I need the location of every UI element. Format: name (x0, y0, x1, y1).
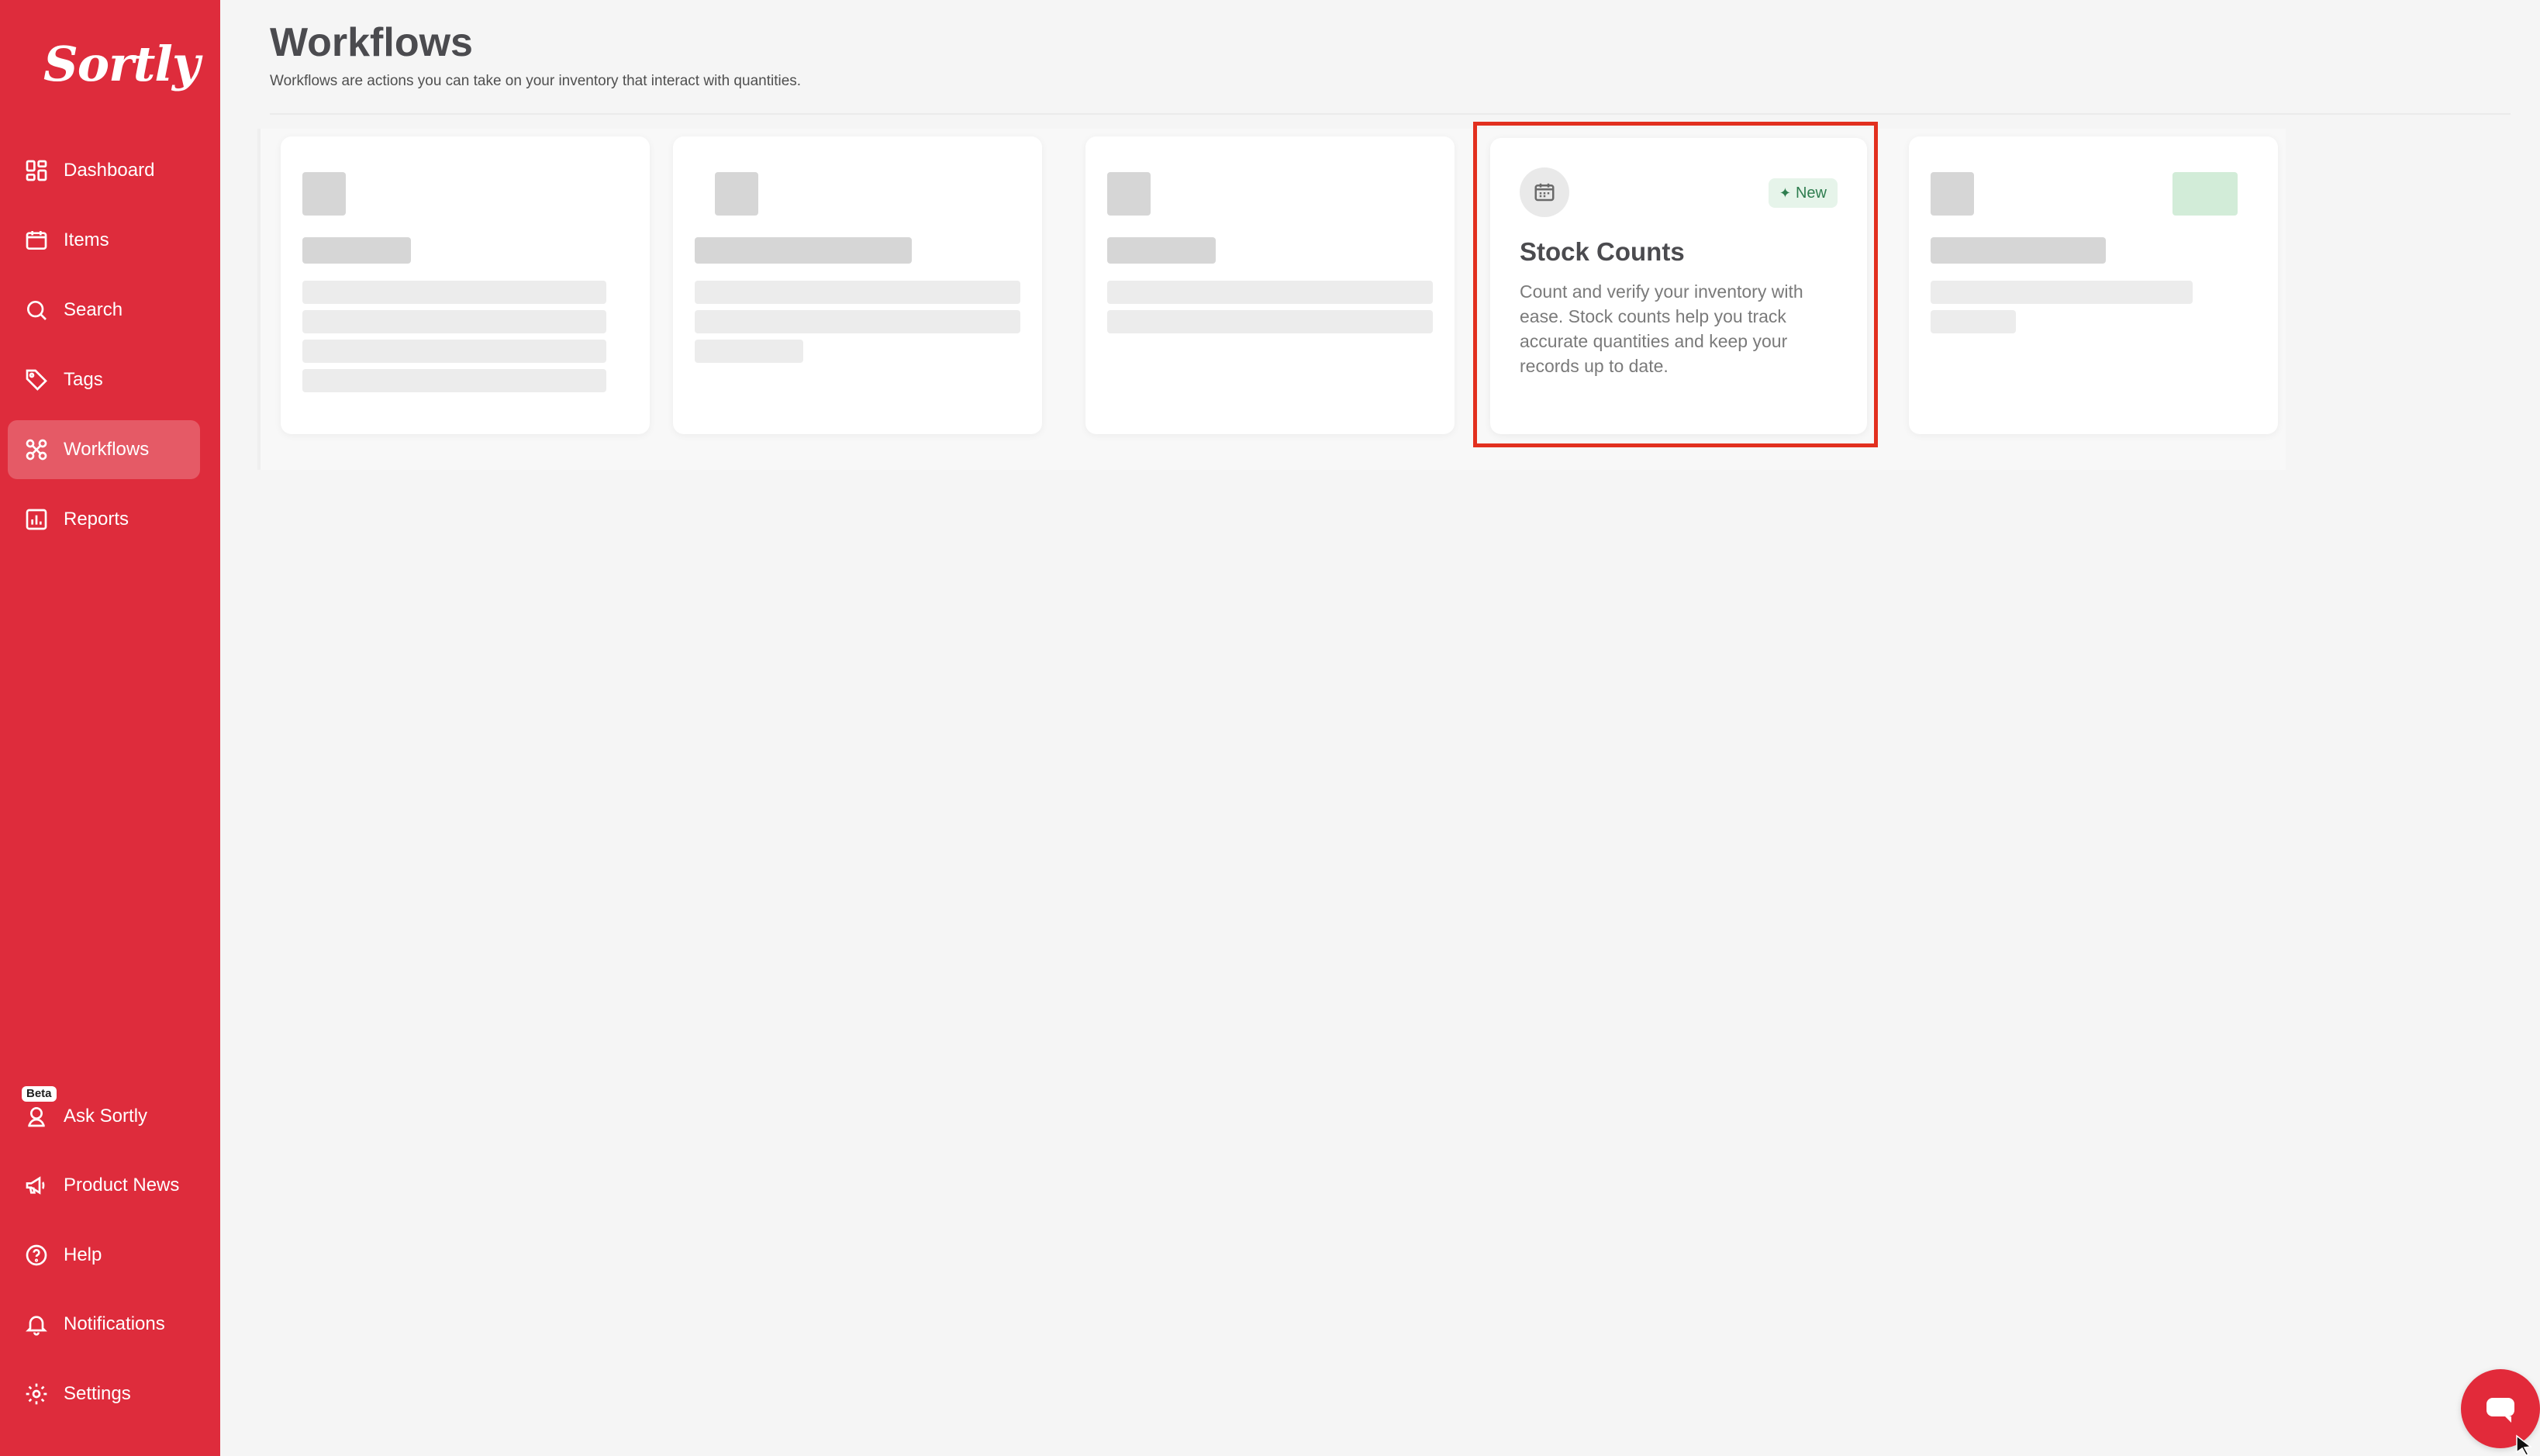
sidebar-item-ask-sortly[interactable]: Beta Ask Sortly (8, 1086, 200, 1146)
blurred-title (1107, 237, 1216, 264)
calendar-count-icon (1520, 167, 1569, 217)
mouse-cursor-icon (2516, 1434, 2532, 1456)
blurred-text (695, 281, 1020, 304)
help-icon (23, 1242, 50, 1268)
blurred-text (302, 340, 606, 363)
megaphone-icon (23, 1172, 50, 1199)
tag-icon (23, 367, 50, 393)
blurred-icon (302, 172, 346, 216)
dashboard-icon (23, 157, 50, 184)
blurred-text (695, 310, 1020, 333)
sidebar-item-label: Product News (64, 1175, 180, 1196)
workflow-card-blurred[interactable] (673, 136, 1042, 434)
card-description: Count and verify your inventory with eas… (1520, 281, 1803, 376)
sidebar-item-label: Tags (64, 369, 103, 390)
blurred-text (695, 340, 803, 363)
sidebar-item-label: Search (64, 299, 123, 320)
blurred-badge (2172, 172, 2238, 216)
sidebar-item-notifications[interactable]: Notifications (8, 1295, 200, 1354)
workflows-icon (23, 436, 50, 463)
new-badge: ✦ New (1768, 178, 1838, 208)
sidebar-item-label: Dashboard (64, 160, 155, 181)
beta-badge: Beta (22, 1086, 57, 1102)
blurred-title (302, 237, 411, 264)
sidebar-item-tags[interactable]: Tags (8, 350, 200, 409)
sidebar-item-label: Workflows (64, 439, 150, 460)
new-badge-label: New (1795, 184, 1827, 202)
sidebar-item-label: Ask Sortly (64, 1106, 148, 1127)
workflow-card-blurred[interactable] (1085, 136, 1455, 434)
search-icon (23, 297, 50, 323)
sidebar-item-items[interactable]: Items (8, 211, 200, 270)
workflow-card-stock-counts[interactable]: ✦ New Stock Counts Count and verify your… (1490, 138, 1867, 434)
workflow-card-blurred[interactable] (1909, 136, 2278, 434)
blurred-icon (1931, 172, 1974, 216)
page-title: Workflows (270, 20, 473, 65)
sidebar-item-reports[interactable]: Reports (8, 490, 200, 549)
blurred-title (1931, 237, 2106, 264)
sidebar-item-label: Settings (64, 1383, 131, 1404)
blurred-text (302, 281, 606, 304)
page-subtitle: Workflows are actions you can take on yo… (270, 73, 802, 89)
bell-icon (23, 1311, 50, 1337)
sidebar-item-help[interactable]: Help (8, 1226, 200, 1285)
blurred-text (1931, 310, 2016, 333)
blurred-icon (715, 172, 758, 216)
blurred-title (695, 237, 912, 264)
workflow-card-blurred[interactable] (281, 136, 650, 434)
blurred-text (1107, 310, 1433, 333)
sparkle-icon: ✦ (1779, 185, 1791, 201)
header-divider (270, 113, 2511, 115)
blurred-text (302, 310, 606, 333)
sidebar-item-dashboard[interactable]: Dashboard (8, 141, 200, 200)
blurred-text (1931, 281, 2193, 304)
sortly-logo[interactable]: Sortly (43, 36, 200, 93)
sidebar-item-label: Reports (64, 509, 129, 530)
card-title: Stock Counts (1520, 237, 1685, 266)
sidebar-item-label: Help (64, 1244, 102, 1265)
chat-icon (2487, 1398, 2514, 1423)
sidebar-item-label: Items (64, 229, 109, 250)
sidebar-item-search[interactable]: Search (8, 281, 200, 340)
sidebar-item-label: Notifications (64, 1313, 165, 1334)
sidebar-item-product-news[interactable]: Product News (8, 1156, 200, 1215)
blurred-text (302, 369, 606, 392)
sidebar-item-settings[interactable]: Settings (8, 1365, 200, 1423)
ask-sortly-icon: Beta (22, 1086, 57, 1130)
reports-icon (23, 506, 50, 533)
sidebar-item-workflows[interactable]: Workflows (8, 420, 200, 479)
blurred-text (1107, 281, 1433, 304)
sidebar: Sortly Dashboard Items Search Tags Workf… (0, 0, 220, 1456)
items-icon (23, 227, 50, 254)
blurred-icon (1107, 172, 1151, 216)
gear-icon (23, 1381, 50, 1407)
